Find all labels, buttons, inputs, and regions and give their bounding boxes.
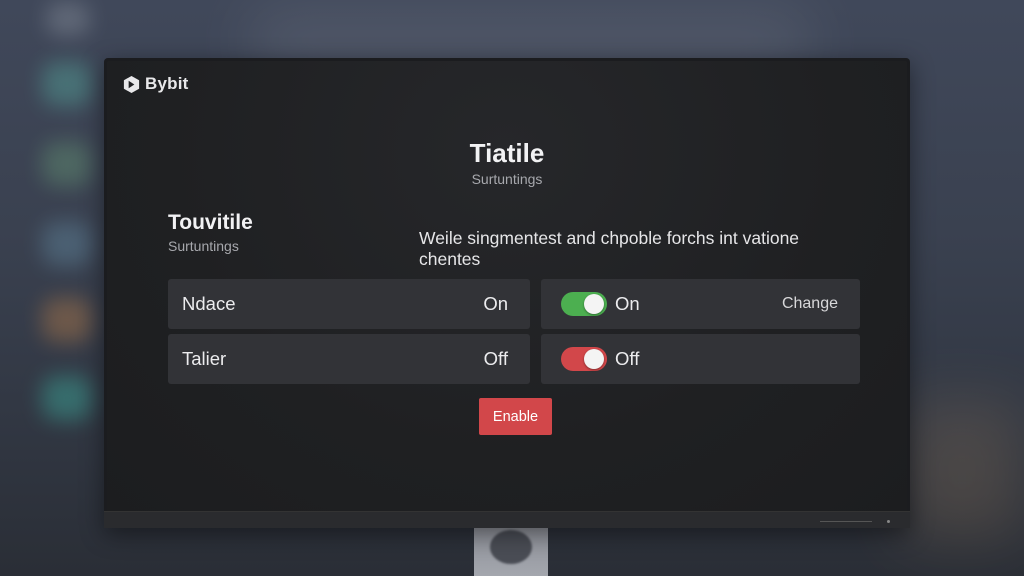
setting-label: Ndace [182,293,236,314]
toggle-state-label: On [615,293,640,314]
monitor-bezel [104,511,910,528]
monitor: Bybit Tiatile Surtuntings Touvitile Surt… [104,58,910,528]
bezel-indicator [820,521,872,522]
background-blur [42,142,92,186]
enable-button[interactable]: Enable [479,398,552,435]
setting-value: On [483,293,508,314]
toggle-knob [584,349,604,369]
background-blur [46,2,90,36]
bybit-logo-icon [123,75,140,93]
background-blur [42,298,92,342]
change-button[interactable]: Change [782,295,838,313]
screen: Bybit Tiatile Surtuntings Touvitile Surt… [107,61,907,512]
toggle-knob [584,294,604,314]
toggle-row-on: On Change [541,279,860,329]
setting-row-talier[interactable]: Talier Off [168,334,530,384]
toggle-switch-on[interactable] [561,292,607,316]
brand-name: Bybit [145,74,189,93]
setting-value: Off [483,348,508,369]
setting-row-ndace[interactable]: Ndace On [168,279,530,329]
background-blur [42,376,92,420]
section-description: Weile singmentest and chpoble forchs int… [419,228,800,269]
toggle-switch-off[interactable] [561,347,607,371]
background-blur [42,222,92,266]
monitor-stand-hole [490,530,532,564]
background-blur [900,400,1024,540]
page-title: Tiatile [469,138,545,168]
section-title: Touvitile [168,211,253,234]
toggle-state-label: Off [615,348,640,369]
page-subtitle: Surtuntings [471,171,543,187]
setting-label: Talier [182,348,227,369]
power-led-icon [887,520,890,523]
toggle-row-off: Off [541,334,860,384]
background-blur [42,62,92,106]
section-subtitle: Surtuntings [168,238,239,254]
monitor-stand [474,528,548,576]
brand-logo[interactable]: Bybit [122,74,189,94]
